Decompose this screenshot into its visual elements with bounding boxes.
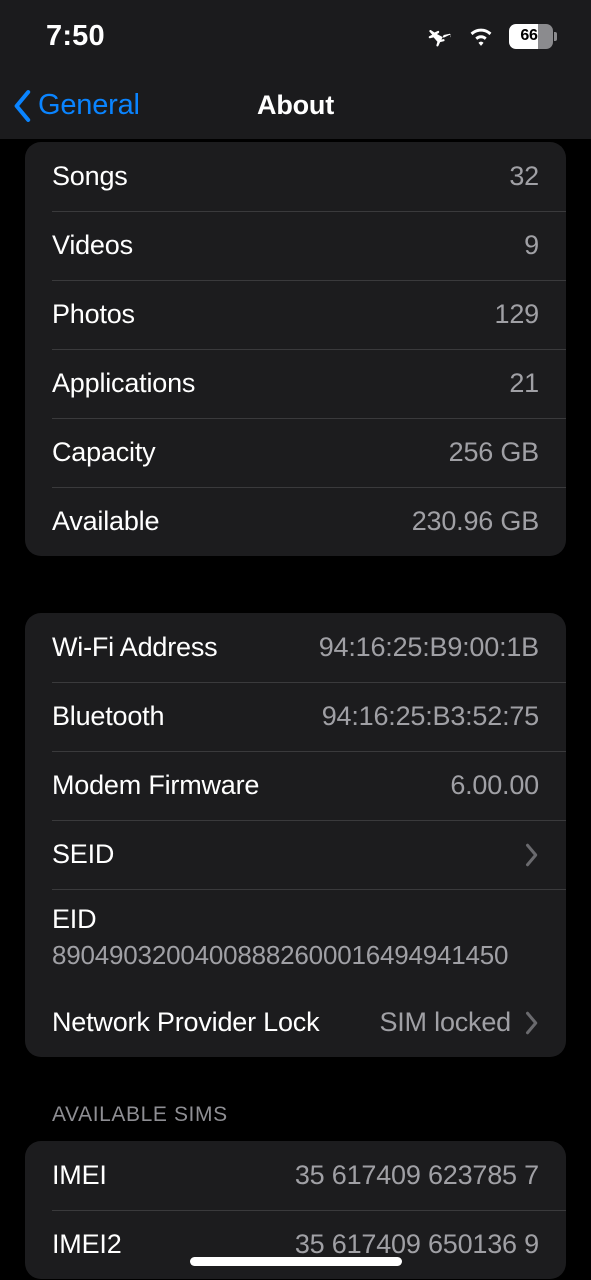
battery-tip	[554, 31, 557, 41]
row-value: SIM locked	[379, 1007, 511, 1038]
table-row-imei2[interactable]: IMEI2 35 617409 650136 9	[25, 1210, 566, 1279]
table-row-songs[interactable]: Songs 32	[25, 142, 566, 211]
home-indicator[interactable]	[189, 1257, 402, 1266]
chevron-right-icon	[525, 1011, 539, 1035]
table-row-available[interactable]: Available 230.96 GB	[25, 487, 566, 556]
row-label: IMEI2	[52, 1229, 122, 1260]
row-label: Applications	[52, 368, 196, 398]
chevron-right-icon	[525, 843, 539, 867]
table-row-videos[interactable]: Videos 9	[25, 211, 566, 280]
row-value: 32	[509, 161, 539, 191]
back-button-label: General	[38, 89, 140, 121]
table-row-modem-firmware[interactable]: Modem Firmware 6.00.00	[25, 751, 566, 820]
row-label: Videos	[52, 230, 133, 260]
row-label: Photos	[52, 299, 135, 329]
row-value: 94:16:25:B3:52:75	[321, 701, 539, 731]
row-label: Bluetooth	[52, 701, 165, 731]
row-label: Network Provider Lock	[52, 1007, 320, 1038]
settings-list[interactable]: Songs 32 Videos 9 Photos 129 Application…	[0, 142, 591, 1280]
table-row-bluetooth[interactable]: Bluetooth 94:16:25:B3:52:75	[25, 682, 566, 751]
table-row-applications[interactable]: Applications 21	[25, 349, 566, 418]
row-value: 6.00.00	[450, 770, 539, 800]
back-button-general[interactable]: General	[12, 89, 140, 123]
row-label: Available	[52, 506, 160, 536]
battery-body: 66	[509, 23, 553, 49]
section-media-storage: Songs 32 Videos 9 Photos 129 Application…	[25, 142, 566, 556]
airplane-mode-icon	[427, 23, 453, 49]
iphone-settings-about-screen: 7:50 66 General About Songs 32 Videos 9 …	[0, 0, 591, 1280]
row-value: 129	[494, 299, 540, 329]
row-label: EID	[52, 904, 97, 934]
navigation-bar: General About	[0, 72, 591, 140]
table-row-seid[interactable]: SEID	[25, 820, 566, 889]
table-row-wifi-address[interactable]: Wi-Fi Address 94:16:25:B9:00:1B	[25, 613, 566, 682]
table-row-photos[interactable]: Photos 129	[25, 280, 566, 349]
row-value: 35 617409 623785 7	[294, 1160, 539, 1191]
section-header-available-sims: AVAILABLE SIMS	[52, 1103, 228, 1127]
row-value: 256 GB	[448, 437, 540, 467]
row-label: SEID	[52, 839, 115, 869]
status-bar: 7:50 66	[0, 0, 591, 72]
table-row-eid[interactable]: EID 89049032004008882600016494941450	[25, 889, 566, 988]
row-label: IMEI	[52, 1160, 107, 1191]
status-bar-clock: 7:50	[46, 19, 105, 52]
table-row-network-provider-lock[interactable]: Network Provider Lock SIM locked	[25, 988, 566, 1057]
row-value: 94:16:25:B9:00:1B	[318, 632, 539, 662]
row-accessory: SIM locked	[379, 1007, 539, 1038]
row-label: Modem Firmware	[52, 770, 260, 800]
table-row-imei[interactable]: IMEI 35 617409 623785 7	[25, 1141, 566, 1210]
row-label: Capacity	[52, 437, 156, 467]
row-label: Songs	[52, 161, 128, 191]
section-network-identifiers: Wi-Fi Address 94:16:25:B9:00:1B Bluetoot…	[25, 613, 566, 1058]
battery-icon: 66	[509, 23, 557, 49]
table-row-capacity[interactable]: Capacity 256 GB	[25, 418, 566, 487]
row-value: 21	[509, 368, 539, 398]
row-accessory	[511, 843, 539, 867]
row-label: Wi-Fi Address	[52, 632, 218, 662]
row-value: 230.96 GB	[411, 506, 539, 536]
row-value: 35 617409 650136 9	[294, 1229, 539, 1260]
row-value: 9	[524, 230, 539, 260]
row-value: 89049032004008882600016494941450	[52, 940, 509, 971]
chevron-left-icon	[12, 89, 32, 123]
battery-percent-label: 66	[520, 27, 538, 44]
wifi-icon	[467, 23, 495, 49]
status-bar-icons: 66	[427, 23, 557, 49]
